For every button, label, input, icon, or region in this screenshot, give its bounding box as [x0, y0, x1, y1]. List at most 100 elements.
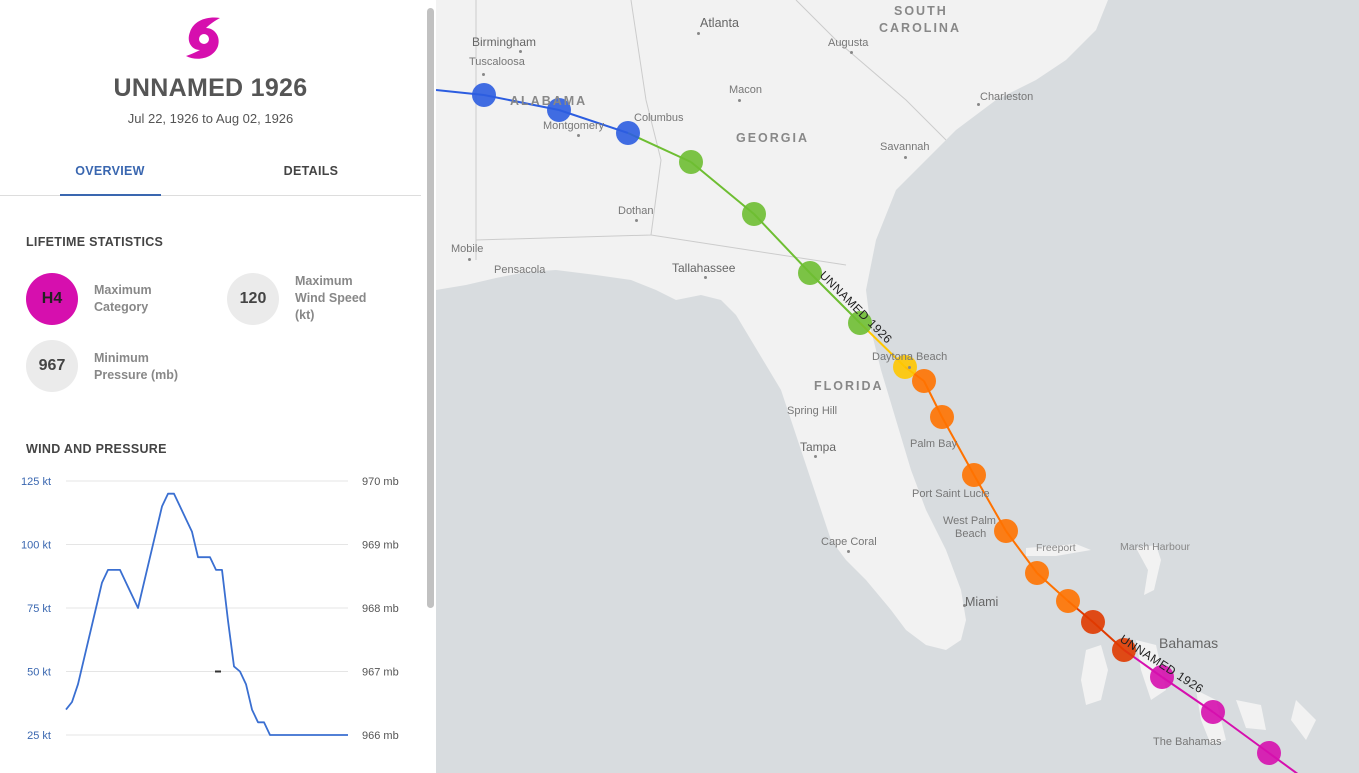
city-dot	[850, 51, 853, 54]
city-dot	[468, 258, 471, 261]
max-category-label-line1: Maximum	[94, 283, 152, 297]
label-bahamas: Bahamas	[1159, 635, 1219, 651]
wind-series-line	[65, 492, 348, 736]
tab-overview[interactable]: OVERVIEW	[30, 164, 190, 178]
city-dot	[904, 156, 907, 159]
label-tuscaloosa: Tuscaloosa	[469, 56, 525, 68]
max-wind-label-line2: Wind Speed	[295, 291, 367, 305]
max-wind-badge: 120	[227, 273, 279, 325]
max-category-label: Maximum Category	[94, 282, 152, 316]
label-daytona: Daytona Beach	[872, 351, 948, 363]
track-point[interactable]	[994, 519, 1018, 543]
label-south: SOUTH	[894, 4, 948, 18]
label-georgia: GEORGIA	[736, 131, 810, 145]
track-segment	[690, 161, 755, 215]
city-dot	[635, 219, 638, 222]
city-dot	[738, 99, 741, 102]
left-axis-tick: 50 kt	[27, 667, 51, 679]
track-point[interactable]	[472, 83, 496, 107]
track-point[interactable]	[912, 369, 936, 393]
city-dot	[977, 103, 980, 106]
track-point[interactable]	[1056, 589, 1080, 613]
label-spring-hill: Spring Hill	[787, 405, 838, 417]
right-axis-tick: 968 mb	[362, 603, 399, 615]
track-point[interactable]	[1257, 741, 1281, 765]
max-wind-label-line1: Maximum	[295, 274, 353, 288]
city-dot	[908, 366, 911, 369]
hurricane-icon	[186, 17, 220, 59]
right-axis-tick: 966 mb	[362, 730, 399, 742]
city-dot	[519, 50, 522, 53]
wind-pressure-chart: 125 kt 970 mb 100 kt 969 mb 75 kt 968 mb 50 kt…	[21, 476, 399, 742]
label-cape-coral: Cape Coral	[821, 536, 877, 548]
label-tallahassee: Tallahassee	[672, 261, 736, 275]
track-point[interactable]	[1081, 610, 1105, 634]
tab-details[interactable]: DETAILS	[231, 164, 391, 178]
left-axis-tick: 100 kt	[21, 540, 51, 552]
city-dot	[814, 455, 817, 458]
min-pressure-label-line2: Pressure (mb)	[94, 368, 179, 382]
track-point[interactable]	[616, 121, 640, 145]
track-point[interactable]	[1025, 561, 1049, 585]
storm-name: UNNAMED 1926	[113, 74, 308, 102]
storm-track: UNNAMED 1926UNNAMED 1926	[436, 83, 1299, 773]
track-point[interactable]	[742, 202, 766, 226]
label-miami: Miami	[965, 595, 999, 609]
city-dot	[697, 32, 700, 35]
track-point[interactable]	[679, 150, 703, 174]
city-dot	[577, 134, 580, 137]
storm-sidebar: UNNAMED 1926 Jul 22, 1926 to Aug 02, 192…	[0, 0, 436, 773]
label-dothan: Dothan	[618, 205, 654, 217]
label-florida: FLORIDA	[814, 379, 884, 393]
label-palm-bay: Palm Bay	[910, 438, 958, 450]
wind-pressure-title: WIND AND PRESSURE	[26, 442, 167, 456]
track-point[interactable]	[1201, 700, 1225, 724]
track-point[interactable]	[930, 405, 954, 429]
right-axis-tick: 969 mb	[362, 540, 399, 552]
min-pressure-label: Minimum Pressure (mb)	[94, 350, 178, 384]
label-marsh-harbour: Marsh Harbour	[1120, 541, 1191, 553]
min-pressure-badge: 967	[26, 340, 78, 392]
track-segment	[753, 213, 811, 274]
left-axis-tick: 125 kt	[21, 476, 51, 488]
label-macon: Macon	[729, 84, 763, 96]
track-point[interactable]	[962, 463, 986, 487]
max-wind-label: Maximum Wind Speed (kt)	[295, 273, 366, 324]
label-atlanta: Atlanta	[700, 16, 739, 30]
track-label: UNNAMED 1926	[817, 268, 895, 346]
max-category-label-line2: Category	[94, 300, 149, 314]
label-west-palm-2: Beach	[955, 528, 987, 540]
label-carolina: CAROLINA	[879, 21, 961, 35]
storm-dates: Jul 22, 1926 to Aug 02, 1926	[127, 111, 294, 126]
city-dot	[847, 550, 850, 553]
label-birmingham: Birmingham	[472, 35, 537, 49]
track-map[interactable]: UNNAMED 1926 UNNAMED 1926 Atlanta SOUTH C…	[436, 0, 1359, 773]
label-alabama: ALABAMA	[510, 94, 588, 108]
label-freeport: Freeport	[1036, 542, 1076, 554]
right-axis-tick: 970 mb	[362, 476, 399, 488]
sidebar-scrollbar[interactable]	[427, 8, 434, 608]
left-axis-tick: 75 kt	[27, 603, 51, 615]
label-west-palm-1: West Palm	[943, 515, 996, 527]
city-dot	[704, 276, 707, 279]
min-pressure-label-line1: Minimum	[94, 351, 149, 365]
city-dot	[963, 604, 966, 607]
track-point[interactable]	[798, 261, 822, 285]
lifetime-statistics-title: LIFETIME STATISTICS	[26, 235, 164, 249]
right-axis-tick: 967 mb	[362, 667, 399, 679]
max-wind-label-line3: (kt)	[295, 308, 315, 322]
label-savannah: Savannah	[880, 141, 930, 153]
city-dot	[482, 73, 485, 76]
label-mobile: Mobile	[451, 243, 484, 255]
label-montgomery: Montgomery	[543, 120, 605, 132]
label-pensacola: Pensacola	[494, 264, 546, 276]
label-augusta: Augusta	[828, 37, 869, 49]
label-charleston: Charleston	[980, 91, 1034, 103]
active-tab-indicator	[60, 194, 161, 196]
label-the-bahamas: The Bahamas	[1153, 736, 1222, 748]
label-tampa: Tampa	[800, 440, 837, 454]
label-columbus: Columbus	[634, 112, 684, 124]
max-category-badge: H4	[26, 273, 78, 325]
left-axis-tick: 25 kt	[27, 730, 51, 742]
label-port-saint-lucie: Port Saint Lucie	[912, 488, 990, 500]
